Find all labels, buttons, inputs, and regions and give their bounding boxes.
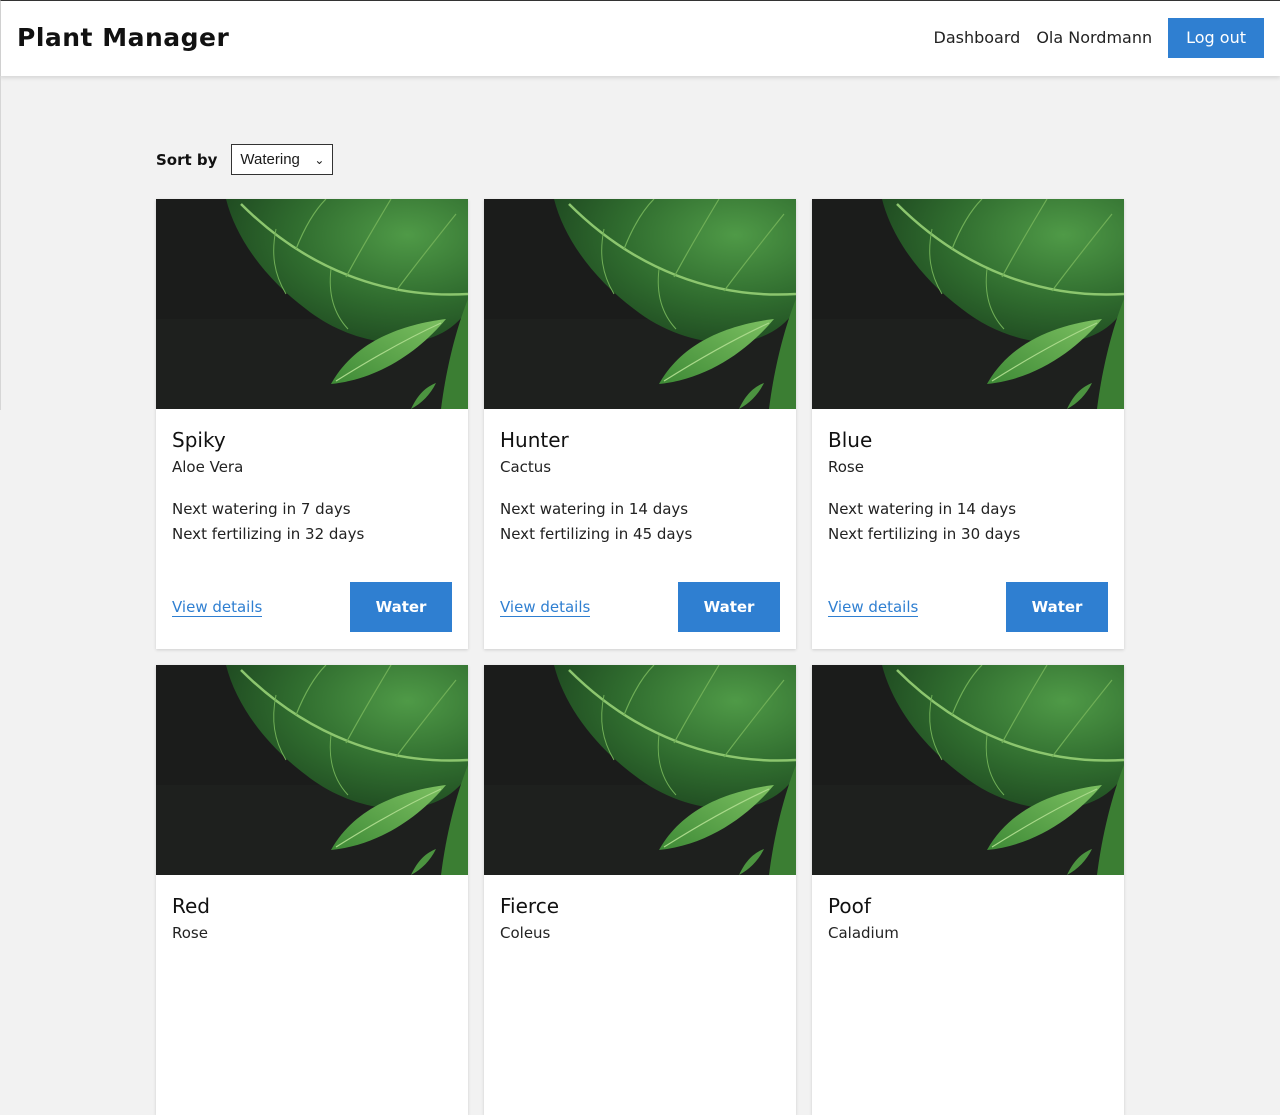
plant-species: Coleus <box>500 924 551 942</box>
next-fertilizing-text: Next fertilizing in 45 days <box>500 525 693 543</box>
view-details-link[interactable]: View details <box>172 598 263 617</box>
plant-card: Hunter Cactus Next watering in 14 days N… <box>484 199 796 649</box>
next-fertilizing-text: Next fertilizing in 30 days <box>828 525 1021 543</box>
page-edge-divider <box>0 76 1 410</box>
water-button[interactable]: Water <box>350 582 452 632</box>
plant-photo <box>484 665 796 875</box>
nav-menu: Dashboard Ola Nordmann Log out <box>934 18 1264 58</box>
plant-card: Blue Rose Next watering in 14 days Next … <box>812 199 1124 649</box>
view-details-link[interactable]: View details <box>500 598 591 617</box>
sort-label: Sort by <box>156 150 218 169</box>
next-watering-text: Next watering in 14 days <box>500 500 689 518</box>
nav-user-link[interactable]: Ola Nordmann <box>1036 18 1152 58</box>
plant-card-grid: Spiky Aloe Vera Next watering in 7 days … <box>156 199 1124 1115</box>
chevron-down-icon: ⌄ <box>314 152 325 167</box>
plant-card: Fierce Coleus <box>484 665 796 1115</box>
plant-species: Caladium <box>828 924 899 942</box>
plant-species: Rose <box>828 458 864 476</box>
plant-name: Hunter <box>500 428 569 452</box>
plant-name: Spiky <box>172 428 226 452</box>
plant-name: Blue <box>828 428 873 452</box>
plant-name: Fierce <box>500 894 559 918</box>
plant-name: Red <box>172 894 210 918</box>
plant-card: Red Rose <box>156 665 468 1115</box>
next-fertilizing-text: Next fertilizing in 32 days <box>172 525 365 543</box>
next-watering-text: Next watering in 14 days <box>828 500 1017 518</box>
plant-photo <box>812 665 1124 875</box>
next-watering-text: Next watering in 7 days <box>172 500 351 518</box>
water-button[interactable]: Water <box>678 582 780 632</box>
plant-name: Poof <box>828 894 871 918</box>
plant-card: Spiky Aloe Vera Next watering in 7 days … <box>156 199 468 649</box>
plant-photo <box>156 199 468 409</box>
plant-photo <box>484 199 796 409</box>
sort-controls: Sort by Watering ⌄ <box>156 144 334 175</box>
sort-selected-value: Watering <box>240 151 300 168</box>
water-button[interactable]: Water <box>1006 582 1108 632</box>
view-details-link[interactable]: View details <box>828 598 919 617</box>
plant-photo <box>156 665 468 875</box>
app-title: Plant Manager <box>17 23 230 52</box>
plant-card: Poof Caladium <box>812 665 1124 1115</box>
nav-dashboard-link[interactable]: Dashboard <box>934 18 1021 58</box>
sort-select[interactable]: Watering ⌄ <box>231 144 334 175</box>
plant-photo <box>812 199 1124 409</box>
top-navigation-bar: Plant Manager Dashboard Ola Nordmann Log… <box>0 0 1280 76</box>
plant-species: Aloe Vera <box>172 458 244 476</box>
plant-species: Cactus <box>500 458 552 476</box>
plant-species: Rose <box>172 924 208 942</box>
logout-button[interactable]: Log out <box>1168 18 1264 58</box>
